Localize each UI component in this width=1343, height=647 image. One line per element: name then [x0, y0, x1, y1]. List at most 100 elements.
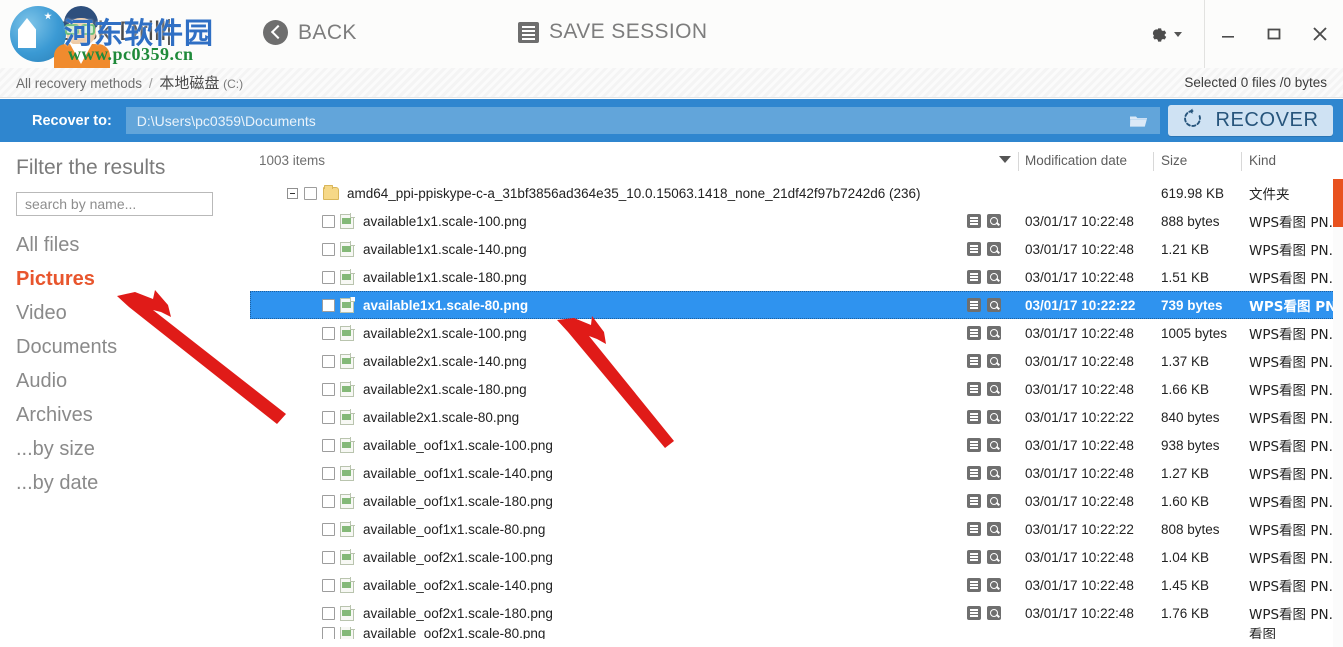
maximize-button[interactable]	[1251, 0, 1297, 68]
file-date: 03/01/17 10:22:48	[1025, 325, 1134, 341]
file-name: available_oof1x1.scale-80.png	[363, 521, 546, 537]
recover-path-input[interactable]	[125, 111, 1116, 130]
png-file-icon	[340, 324, 355, 341]
recover-button[interactable]: RECOVER	[1168, 105, 1333, 136]
table-row[interactable]: available2x1.scale-100.png 03/01/17 10:2…	[250, 319, 1343, 347]
list-preview-icon[interactable]	[967, 438, 981, 452]
breadcrumb-disk[interactable]: 本地磁盘	[159, 74, 219, 92]
search-input[interactable]	[17, 193, 212, 215]
file-rows[interactable]: amd64_ppi-ppiskype-c-a_31bf3856ad364e35_…	[250, 179, 1343, 647]
collapse-icon[interactable]	[287, 187, 298, 199]
list-preview-icon[interactable]	[967, 578, 981, 592]
file-date: 03/01/17 10:22:48	[1025, 381, 1134, 397]
row-checkbox[interactable]	[322, 214, 335, 228]
list-preview-icon[interactable]	[967, 522, 981, 536]
close-button[interactable]	[1297, 0, 1343, 68]
list-preview-icon[interactable]	[967, 494, 981, 508]
search-box[interactable]	[16, 192, 213, 216]
magnifier-icon[interactable]	[987, 354, 1001, 368]
sidebar-item-video[interactable]: Video	[0, 296, 250, 330]
magnifier-icon[interactable]	[987, 382, 1001, 396]
magnifier-icon[interactable]	[987, 550, 1001, 564]
row-checkbox[interactable]	[322, 242, 335, 256]
list-preview-icon[interactable]	[967, 382, 981, 396]
magnifier-icon[interactable]	[987, 438, 1001, 452]
sidebar-item-archives[interactable]: Archives	[0, 398, 250, 432]
table-row[interactable]: available1x1.scale-140.png 03/01/17 10:2…	[250, 235, 1343, 263]
list-preview-icon[interactable]	[967, 550, 981, 564]
row-checkbox[interactable]	[322, 298, 335, 312]
row-checkbox[interactable]	[322, 494, 335, 508]
sidebar-item-by-size[interactable]: ...by size	[0, 432, 250, 466]
magnifier-icon[interactable]	[987, 522, 1001, 536]
row-checkbox[interactable]	[322, 438, 335, 452]
magnifier-icon[interactable]	[987, 270, 1001, 284]
row-checkbox[interactable]	[322, 578, 335, 592]
row-checkbox[interactable]	[322, 627, 335, 639]
breadcrumb-root[interactable]: All recovery methods	[16, 76, 142, 91]
magnifier-icon[interactable]	[987, 578, 1001, 592]
scrollbar-thumb[interactable]	[1333, 179, 1343, 227]
list-preview-icon[interactable]	[967, 410, 981, 424]
minimize-button[interactable]	[1205, 0, 1251, 68]
row-checkbox[interactable]	[322, 550, 335, 564]
table-row[interactable]: available_oof2x1.scale-180.png 03/01/17 …	[250, 599, 1343, 627]
recover-path-field[interactable]	[125, 107, 1160, 134]
table-row[interactable]: available_oof2x1.scale-100.png 03/01/17 …	[250, 543, 1343, 571]
row-checkbox[interactable]	[322, 354, 335, 368]
table-row[interactable]: available2x1.scale-140.png 03/01/17 10:2…	[250, 347, 1343, 375]
table-row[interactable]: available_oof1x1.scale-140.png 03/01/17 …	[250, 459, 1343, 487]
list-preview-icon[interactable]	[967, 326, 981, 340]
magnifier-icon[interactable]	[987, 466, 1001, 480]
magnifier-icon[interactable]	[987, 494, 1001, 508]
table-row[interactable]: available2x1.scale-80.png 03/01/17 10:22…	[250, 403, 1343, 431]
folder-open-icon[interactable]	[1116, 107, 1160, 134]
row-checkbox[interactable]	[322, 410, 335, 424]
magnifier-icon[interactable]	[987, 326, 1001, 340]
back-button[interactable]: BACK	[263, 20, 357, 45]
row-checkbox[interactable]	[322, 522, 335, 536]
vertical-scrollbar[interactable]	[1333, 179, 1343, 647]
table-row[interactable]: available1x1.scale-180.png 03/01/17 10:2…	[250, 263, 1343, 291]
table-row[interactable]: available2x1.scale-180.png 03/01/17 10:2…	[250, 375, 1343, 403]
table-row[interactable]: available_oof1x1.scale-180.png 03/01/17 …	[250, 487, 1343, 515]
sort-descending-caret[interactable]	[999, 156, 1011, 163]
list-preview-icon[interactable]	[967, 606, 981, 620]
row-actions	[967, 438, 1001, 452]
sidebar-item-pictures[interactable]: Pictures	[0, 262, 250, 296]
column-header-kind[interactable]: Kind	[1249, 153, 1276, 168]
table-row[interactable]: available_oof1x1.scale-100.png 03/01/17 …	[250, 431, 1343, 459]
row-checkbox[interactable]	[304, 186, 317, 200]
sidebar-item-by-date[interactable]: ...by date	[0, 466, 250, 500]
list-preview-icon[interactable]	[967, 242, 981, 256]
settings-button[interactable]	[1129, 23, 1204, 45]
row-checkbox[interactable]	[322, 270, 335, 284]
table-row[interactable]: available_oof2x1.scale-140.png 03/01/17 …	[250, 571, 1343, 599]
table-row-selected[interactable]: available1x1.scale-80.png 03/01/17 10:22…	[250, 291, 1343, 319]
column-header-size[interactable]: Size	[1161, 153, 1187, 168]
list-preview-icon[interactable]	[967, 214, 981, 228]
row-checkbox[interactable]	[322, 466, 335, 480]
row-checkbox[interactable]	[322, 382, 335, 396]
table-row[interactable]: available1x1.scale-100.png 03/01/17 10:2…	[250, 207, 1343, 235]
list-preview-icon[interactable]	[967, 466, 981, 480]
list-preview-icon[interactable]	[967, 298, 981, 312]
folder-row[interactable]: amd64_ppi-ppiskype-c-a_31bf3856ad364e35_…	[250, 179, 1343, 207]
row-checkbox[interactable]	[322, 606, 335, 620]
file-kind: WPS看图 PN...	[1249, 411, 1342, 427]
sidebar-item-documents[interactable]: Documents	[0, 330, 250, 364]
table-row[interactable]: available_oof1x1.scale-80.png 03/01/17 1…	[250, 515, 1343, 543]
magnifier-icon[interactable]	[987, 410, 1001, 424]
list-preview-icon[interactable]	[967, 270, 981, 284]
magnifier-icon[interactable]	[987, 214, 1001, 228]
list-preview-icon[interactable]	[967, 354, 981, 368]
magnifier-icon[interactable]	[987, 242, 1001, 256]
magnifier-icon[interactable]	[987, 606, 1001, 620]
sidebar-item-audio[interactable]: Audio	[0, 364, 250, 398]
row-checkbox[interactable]	[322, 326, 335, 340]
table-row[interactable]: available_oof2x1.scale-80.png 看图	[250, 627, 1343, 639]
save-session-button[interactable]: SAVE SESSION	[518, 20, 707, 44]
column-header-date[interactable]: Modification date	[1025, 153, 1127, 168]
magnifier-icon[interactable]	[987, 298, 1001, 312]
sidebar-item-all-files[interactable]: All files	[0, 228, 250, 262]
